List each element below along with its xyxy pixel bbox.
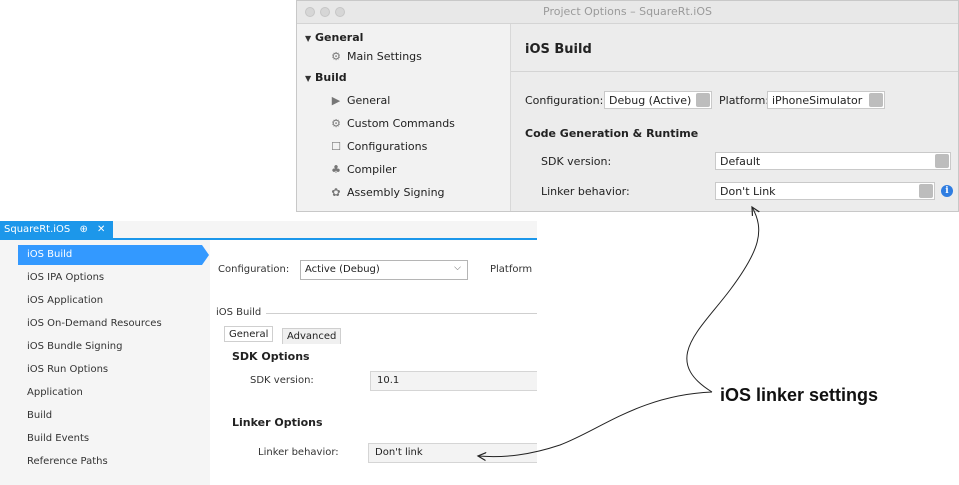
nav-item-build-events[interactable]: Build Events bbox=[18, 429, 202, 449]
group-divider bbox=[266, 313, 537, 314]
nav-item-label: iOS Build bbox=[27, 249, 73, 260]
linker-behavior-value: Don't Link bbox=[720, 185, 776, 198]
chevron-down-icon bbox=[935, 154, 949, 168]
configuration-dropdown[interactable]: Debug (Active) bbox=[604, 91, 712, 109]
compiler-icon: ♣ bbox=[331, 163, 341, 176]
nav-item-ios-run-options[interactable]: iOS Run Options bbox=[18, 360, 202, 380]
info-icon[interactable]: i bbox=[941, 185, 953, 197]
section-title: Code Generation & Runtime bbox=[525, 127, 699, 140]
tree-item-label: Main Settings bbox=[347, 50, 422, 63]
linker-behavior-label: Linker behavior: bbox=[541, 185, 630, 198]
nav-item-build[interactable]: Build bbox=[18, 406, 202, 426]
nav-item-ios-application[interactable]: iOS Application bbox=[18, 291, 202, 311]
window-title: Project Options – SquareRt.iOS bbox=[543, 5, 712, 18]
options-sidebar: ▼ General ⚙ Main Settings ▼ Build ▶ General … bbox=[297, 24, 511, 211]
selection-arrow bbox=[202, 245, 209, 265]
gear-icon: ⚙ bbox=[331, 117, 341, 130]
sdk-options-heading: SDK Options bbox=[232, 350, 310, 363]
sdk-version-label: SDK version: bbox=[541, 155, 612, 168]
nav-item-label: Build bbox=[27, 410, 53, 421]
chevron-down-icon: ⌵ bbox=[454, 263, 461, 273]
close-icon[interactable]: ✕ bbox=[97, 224, 105, 235]
nav-item-label: iOS On-Demand Resources bbox=[27, 318, 162, 329]
seal-icon: ✿ bbox=[331, 186, 341, 199]
nav-item-ios-bundle-signing[interactable]: iOS Bundle Signing bbox=[18, 337, 202, 357]
properties-content: Configuration: Active (Debug) ⌵ Platform… bbox=[210, 240, 537, 485]
nav-item-label: iOS IPA Options bbox=[27, 272, 105, 283]
linker-behavior-label: Linker behavior: bbox=[258, 447, 339, 458]
pin-icon[interactable]: ⊕ bbox=[79, 224, 87, 235]
nav-item-reference-paths[interactable]: Reference Paths bbox=[18, 452, 202, 472]
tab-advanced[interactable]: Advanced bbox=[282, 328, 342, 344]
expanded-triangle-icon: ▼ bbox=[305, 34, 312, 43]
configuration-value: Debug (Active) bbox=[609, 94, 692, 107]
tree-item-label: Assembly Signing bbox=[347, 186, 445, 199]
linker-behavior-value: Don't link bbox=[375, 447, 423, 458]
document-tabstrip: SquareRt.iOS ⊕ ✕ bbox=[0, 221, 537, 240]
tree-item-general[interactable]: ▶ General bbox=[329, 94, 391, 107]
group-title: iOS Build bbox=[216, 307, 262, 318]
sdk-version-value: 10.1 bbox=[377, 375, 400, 386]
tree-item-custom-commands[interactable]: ⚙ Custom Commands bbox=[329, 117, 455, 130]
properties-nav: iOS Build iOS IPA Options iOS Applicatio… bbox=[0, 240, 209, 485]
expanded-triangle-icon: ▼ bbox=[305, 74, 312, 83]
nav-item-ios-build[interactable]: iOS Build bbox=[18, 245, 202, 265]
document-tab-title: SquareRt.iOS bbox=[4, 224, 71, 235]
nav-item-ios-on-demand-resources[interactable]: iOS On-Demand Resources bbox=[18, 314, 202, 334]
nav-item-label: Application bbox=[27, 387, 83, 398]
tree-item-compiler[interactable]: ♣ Compiler bbox=[329, 163, 397, 176]
nav-item-label: iOS Application bbox=[27, 295, 104, 306]
configuration-dropdown[interactable]: Active (Debug) ⌵ bbox=[300, 260, 468, 280]
vs-project-properties: SquareRt.iOS ⊕ ✕ iOS Build iOS IPA Optio… bbox=[0, 221, 537, 485]
options-panel: iOS Build Configuration: Debug (Active) … bbox=[511, 24, 958, 211]
project-options-window: Project Options – SquareRt.iOS ▼ General … bbox=[296, 0, 959, 212]
linker-options-heading: Linker Options bbox=[232, 416, 323, 429]
nav-item-ios-ipa-options[interactable]: iOS IPA Options bbox=[18, 268, 202, 288]
platform-label: Platform: bbox=[719, 94, 770, 107]
tree-item-label: Configurations bbox=[347, 140, 428, 153]
chevron-down-icon bbox=[919, 184, 933, 198]
configuration-value: Active (Debug) bbox=[305, 264, 380, 275]
tree-group-label: General bbox=[315, 31, 364, 44]
sdk-version-dropdown[interactable]: Default bbox=[715, 152, 951, 170]
linker-behavior-field[interactable]: Don't link bbox=[368, 443, 537, 463]
tree-item-label: Custom Commands bbox=[347, 117, 455, 130]
tree-group-general[interactable]: ▼ General bbox=[305, 31, 363, 44]
chevron-down-icon bbox=[869, 93, 883, 107]
configuration-label: Configuration: bbox=[218, 264, 290, 275]
tree-item-main-settings[interactable]: ⚙ Main Settings bbox=[329, 50, 422, 63]
document-tab[interactable]: SquareRt.iOS ⊕ ✕ bbox=[0, 221, 114, 238]
sdk-version-label: SDK version: bbox=[250, 375, 314, 386]
platform-label: Platform bbox=[490, 264, 533, 275]
nav-item-label: iOS Bundle Signing bbox=[27, 341, 123, 352]
sdk-version-field[interactable]: 10.1 bbox=[370, 371, 537, 391]
tree-group-build[interactable]: ▼ Build bbox=[305, 71, 347, 84]
tab-general[interactable]: General bbox=[224, 326, 274, 342]
arrow-to-mac-linker bbox=[686, 207, 759, 393]
play-triangle-icon: ▶ bbox=[331, 94, 341, 107]
platform-value: iPhoneSimulator bbox=[772, 94, 863, 107]
tree-item-label: Compiler bbox=[347, 163, 397, 176]
nav-item-label: Reference Paths bbox=[27, 456, 108, 467]
nav-item-label: Build Events bbox=[27, 433, 90, 444]
nav-item-application[interactable]: Application bbox=[18, 383, 202, 403]
callout-label: iOS linker settings bbox=[720, 385, 879, 405]
platform-dropdown[interactable]: iPhoneSimulator bbox=[767, 91, 885, 109]
linker-behavior-dropdown[interactable]: Don't Link bbox=[715, 182, 935, 200]
gear-icon: ⚙ bbox=[331, 50, 341, 63]
configuration-label: Configuration: bbox=[525, 94, 604, 107]
panel-heading: iOS Build bbox=[525, 42, 592, 57]
nav-item-label: iOS Run Options bbox=[27, 364, 109, 375]
divider bbox=[511, 71, 958, 72]
tree-item-label: General bbox=[347, 94, 391, 107]
sdk-version-value: Default bbox=[720, 155, 761, 168]
tree-item-assembly-signing[interactable]: ✿ Assembly Signing bbox=[329, 186, 445, 199]
tree-item-configurations[interactable]: ☐ Configurations bbox=[329, 140, 427, 153]
tree-group-label: Build bbox=[315, 71, 347, 84]
chevron-down-icon bbox=[696, 93, 710, 107]
window-icon: ☐ bbox=[331, 140, 341, 153]
window-titlebar: Project Options – SquareRt.iOS bbox=[297, 1, 958, 24]
